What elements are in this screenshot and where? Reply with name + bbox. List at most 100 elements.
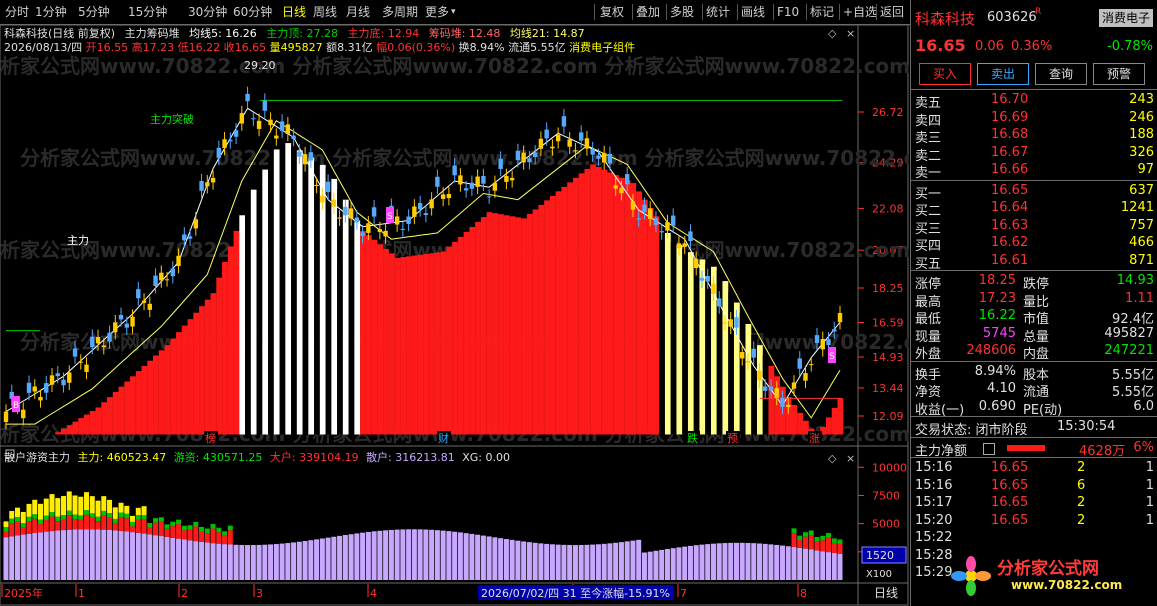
dahu-bar <box>797 540 803 548</box>
stat-value: 4.10 <box>987 381 1016 396</box>
period-7[interactable]: 周线 <box>313 3 337 21</box>
bid-price[interactable]: 16.61 <box>991 253 1028 268</box>
tick-row: 15:22 <box>911 529 1157 548</box>
event-tag[interactable]: 跌 <box>687 431 698 445</box>
candle-body <box>331 199 337 207</box>
query-button[interactable]: 查询 <box>1035 63 1087 85</box>
period-2[interactable]: 5分钟 <box>78 3 110 21</box>
period-0[interactable]: 分时 <box>5 3 29 21</box>
youzi-bar <box>112 518 118 524</box>
tool-8[interactable]: 返回 <box>880 3 904 21</box>
candle-body <box>647 208 653 219</box>
tool-3[interactable]: 统计 <box>706 3 730 21</box>
period-3[interactable]: 15分钟 <box>128 3 167 21</box>
chip-bar <box>647 208 654 435</box>
ask-price[interactable]: 16.68 <box>991 127 1028 142</box>
event-tag[interactable]: 榜 <box>205 431 216 445</box>
tool-7[interactable]: +自选 <box>843 3 877 21</box>
sanhu-bar <box>84 529 90 580</box>
chevron-down-icon[interactable]: ▾ <box>451 3 456 21</box>
price-tick-label: 13.44 <box>872 382 904 395</box>
chip-bar <box>756 345 763 435</box>
watermark-text: 分析家公式网www.70822.com 分析家公式网www.70822.com … <box>0 54 909 78</box>
diamond-icon[interactable]: ◇ <box>828 452 837 465</box>
zhuli-bar <box>72 495 78 515</box>
period-5[interactable]: 60分钟 <box>233 3 272 21</box>
tool-5[interactable]: F10 <box>777 3 799 21</box>
ask-price[interactable]: 16.69 <box>991 110 1028 125</box>
ask-volume: 97 <box>1137 162 1154 177</box>
sanhu-bar <box>480 535 486 580</box>
tool-6[interactable]: 标记 <box>810 3 834 21</box>
price-row: 16.65 0.06 0.36% -0.78% <box>911 36 1157 58</box>
zhuli-bar <box>118 502 124 513</box>
sanhu-bar <box>647 551 653 580</box>
sanhu-bar <box>377 530 383 580</box>
sub-dahu: 大户: 339104.19 <box>269 451 359 464</box>
chip-bar <box>659 224 665 435</box>
net-flow-label[interactable]: 主力净额 <box>915 440 967 459</box>
event-tag[interactable]: 预 <box>727 432 738 445</box>
candle-body <box>136 289 141 299</box>
period-4[interactable]: 30分钟 <box>188 3 227 21</box>
candle-body <box>182 234 187 241</box>
chip-bar <box>641 199 648 435</box>
dahu-bar <box>831 542 837 553</box>
dahu-bar <box>20 527 26 535</box>
sanhu-bar <box>101 529 107 580</box>
youzi-bar <box>797 535 803 541</box>
candle-body <box>498 158 503 169</box>
xaxis-period-label[interactable]: 日线 <box>874 586 898 600</box>
dahu-bar <box>66 515 72 530</box>
sanhu-bar <box>153 535 159 580</box>
chip-bar <box>630 183 637 435</box>
bid-price[interactable]: 16.65 <box>991 183 1028 198</box>
ask-price[interactable]: 16.67 <box>991 145 1028 160</box>
event-tag[interactable]: 涨 <box>809 432 820 445</box>
bid-price[interactable]: 16.62 <box>991 235 1028 250</box>
period-1[interactable]: 1分钟 <box>35 3 67 21</box>
sanhu-bar <box>595 544 601 580</box>
candle-body <box>423 213 429 216</box>
youzi-bar <box>3 527 9 532</box>
tool-4[interactable]: 画线 <box>741 3 765 21</box>
sell-button[interactable]: 卖出 <box>977 63 1029 85</box>
sector-badge[interactable]: 消费电子 <box>1099 9 1153 27</box>
chip-bar <box>653 216 660 435</box>
tool-2[interactable]: 多股 <box>670 3 694 21</box>
bid-price[interactable]: 16.64 <box>991 200 1028 215</box>
period-10[interactable]: 更多 <box>425 3 449 21</box>
close-icon[interactable]: × <box>846 27 855 40</box>
info-turnover: 换8.94% <box>458 41 505 54</box>
candle-body <box>820 338 825 350</box>
tool-0[interactable]: 复权 <box>600 3 624 21</box>
sub-title[interactable]: 散户游资主力 <box>4 451 70 464</box>
info-sector[interactable]: 消费电子组件 <box>569 41 635 54</box>
chip-bar <box>314 161 320 435</box>
alert-button[interactable]: 预警 <box>1093 63 1145 85</box>
candle-body <box>228 139 233 142</box>
period-8[interactable]: 月线 <box>346 3 370 21</box>
buy-button[interactable]: 买入 <box>919 63 971 85</box>
bid-price[interactable]: 16.63 <box>991 218 1028 233</box>
ask-price[interactable]: 16.66 <box>991 162 1028 177</box>
sanhu-bar <box>170 537 176 580</box>
candle-body <box>446 194 452 199</box>
close-icon[interactable]: × <box>846 452 855 465</box>
event-tag[interactable]: 财 <box>438 431 449 445</box>
diamond-icon[interactable]: ◇ <box>828 27 837 40</box>
period-9[interactable]: 多周期 <box>382 3 418 21</box>
ask-price[interactable]: 16.70 <box>991 92 1028 107</box>
sanhu-bar <box>774 544 780 580</box>
chart-area[interactable]: 26.72 24.29 22.08 20.07 18.25 16.59 14.93 13.44… <box>0 25 909 606</box>
sanhu-bar <box>820 551 826 580</box>
list-icon[interactable] <box>983 442 995 455</box>
sanhu-bar <box>710 543 716 580</box>
chip-bar <box>348 210 355 435</box>
kline-chart[interactable]: 26.7224.2922.0820.0718.2516.5914.9313.44… <box>0 25 909 606</box>
sanhu-bar <box>722 543 728 580</box>
sanhu-bar <box>693 545 699 580</box>
dahu-bar <box>147 527 153 535</box>
tool-1[interactable]: 叠加 <box>636 3 660 21</box>
period-6[interactable]: 日线 <box>282 3 306 21</box>
